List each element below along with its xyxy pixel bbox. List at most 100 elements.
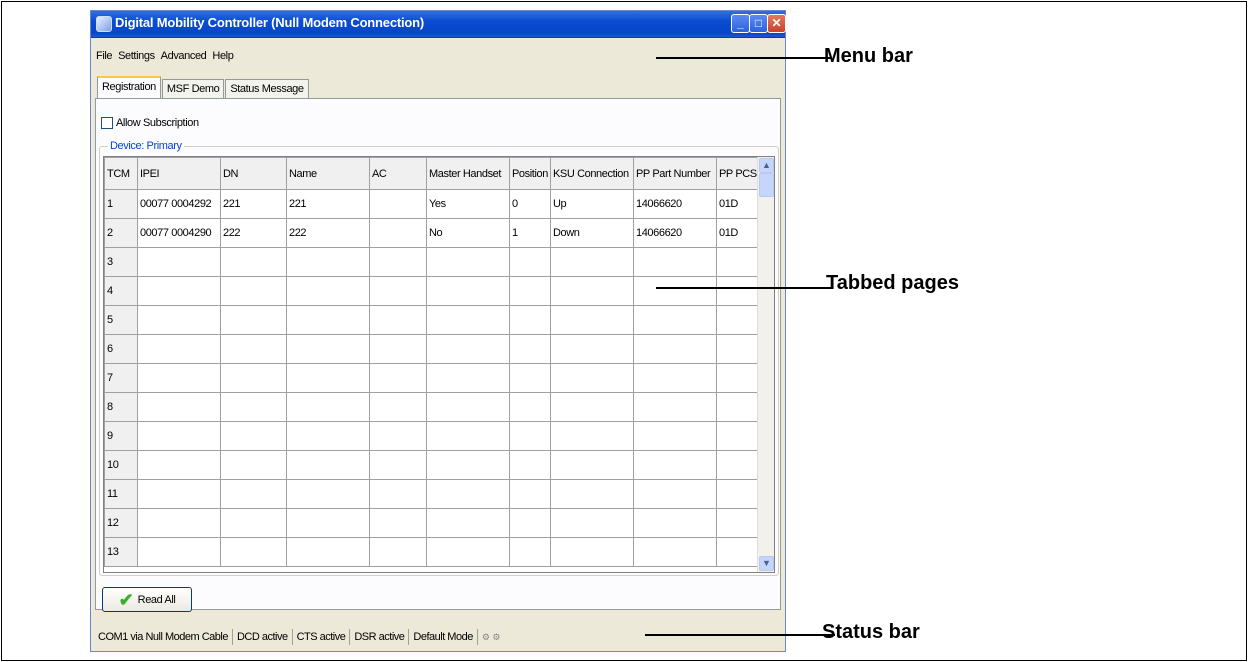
table-cell[interactable]: 221 (220, 189, 287, 219)
table-cell[interactable] (550, 421, 634, 451)
table-cell[interactable] (633, 363, 717, 393)
row-header-cell[interactable]: 2 (104, 218, 138, 248)
table-cell[interactable] (426, 247, 510, 277)
table-cell[interactable] (426, 276, 510, 306)
table-row[interactable]: 10 (104, 450, 761, 480)
table-cell[interactable] (426, 334, 510, 364)
table-cell[interactable] (137, 334, 221, 364)
table-row[interactable]: 12 (104, 508, 761, 538)
row-header-cell[interactable]: 7 (104, 363, 138, 393)
row-header-cell[interactable]: 9 (104, 421, 138, 451)
table-row[interactable]: 2 00077 0004290 222 222 No 1 Down 14066620 01D (104, 218, 761, 248)
row-header-cell[interactable]: 4 (104, 276, 138, 306)
table-cell[interactable] (426, 508, 510, 538)
menu-settings[interactable]: Settings (118, 50, 155, 68)
table-cell[interactable] (426, 479, 510, 509)
table-cell[interactable] (716, 450, 761, 480)
table-cell[interactable] (509, 421, 551, 451)
column-header[interactable]: Name (286, 157, 370, 190)
table-cell[interactable] (369, 421, 427, 451)
table-cell[interactable] (369, 334, 427, 364)
table-cell[interactable] (286, 276, 370, 306)
table-cell[interactable]: Down (550, 218, 634, 248)
row-header-cell[interactable]: 5 (104, 305, 138, 335)
table-cell[interactable] (633, 479, 717, 509)
table-cell[interactable]: 14066620 (633, 189, 717, 219)
table-cell[interactable] (716, 305, 761, 335)
table-cell[interactable] (137, 363, 221, 393)
table-cell[interactable] (220, 450, 287, 480)
menu-help[interactable]: Help (212, 50, 233, 68)
table-cell[interactable]: 222 (286, 218, 370, 248)
table-cell[interactable] (369, 276, 427, 306)
table-cell[interactable]: Yes (426, 189, 510, 219)
table-cell[interactable] (369, 363, 427, 393)
table-cell[interactable] (369, 537, 427, 567)
table-cell[interactable] (220, 247, 287, 277)
table-cell[interactable]: 00077 0004292 (137, 189, 221, 219)
table-cell[interactable] (369, 218, 427, 248)
column-header[interactable]: PP PCS (716, 157, 761, 190)
table-cell[interactable] (550, 537, 634, 567)
table-cell[interactable] (509, 276, 551, 306)
allow-subscription-checkbox[interactable]: Allow Subscription (101, 117, 199, 129)
table-row[interactable]: 7 (104, 363, 761, 393)
table-cell[interactable] (369, 508, 427, 538)
table-cell[interactable] (716, 334, 761, 364)
table-cell[interactable] (137, 392, 221, 422)
table-cell[interactable] (369, 479, 427, 509)
close-button[interactable]: ✕ (767, 14, 786, 33)
table-cell[interactable] (550, 305, 634, 335)
table-cell[interactable] (286, 247, 370, 277)
table-cell[interactable] (716, 247, 761, 277)
table-cell[interactable] (220, 276, 287, 306)
table-cell[interactable] (286, 305, 370, 335)
table-cell[interactable] (633, 305, 717, 335)
row-header-cell[interactable]: 10 (104, 450, 138, 480)
title-bar[interactable]: Digital Mobility Controller (Null Modem … (91, 11, 786, 38)
checkbox-box[interactable] (101, 117, 113, 129)
table-cell[interactable] (509, 537, 551, 567)
table-cell[interactable] (137, 421, 221, 451)
table-cell[interactable] (286, 508, 370, 538)
table-cell[interactable] (220, 421, 287, 451)
table-cell[interactable] (286, 421, 370, 451)
table-row[interactable]: 6 (104, 334, 761, 364)
table-cell[interactable]: Up (550, 189, 634, 219)
table-cell[interactable] (633, 392, 717, 422)
table-cell[interactable] (369, 450, 427, 480)
table-cell[interactable] (509, 247, 551, 277)
table-cell[interactable] (633, 450, 717, 480)
table-cell[interactable] (369, 305, 427, 335)
table-cell[interactable] (369, 392, 427, 422)
column-header[interactable]: PP Part Number (633, 157, 717, 190)
table-row[interactable]: 3 (104, 247, 761, 277)
table-cell[interactable] (137, 450, 221, 480)
table-cell[interactable] (716, 537, 761, 567)
table-cell[interactable]: 0 (509, 189, 551, 219)
row-header-cell[interactable]: 11 (104, 479, 138, 509)
table-cell[interactable] (633, 247, 717, 277)
minimize-button[interactable]: _ (731, 14, 750, 33)
table-cell[interactable] (716, 421, 761, 451)
table-row[interactable]: 8 (104, 392, 761, 422)
table-cell[interactable] (509, 392, 551, 422)
table-cell[interactable] (286, 334, 370, 364)
row-header-cell[interactable]: 1 (104, 189, 138, 219)
table-cell[interactable] (220, 537, 287, 567)
row-header-cell[interactable]: 6 (104, 334, 138, 364)
table-cell[interactable] (633, 421, 717, 451)
table-cell[interactable] (137, 276, 221, 306)
table-cell[interactable] (137, 537, 221, 567)
table-cell[interactable] (633, 334, 717, 364)
table-cell[interactable] (286, 392, 370, 422)
column-header[interactable]: Position (509, 157, 551, 190)
table-row[interactable]: 9 (104, 421, 761, 451)
table-cell[interactable] (286, 363, 370, 393)
table-cell[interactable] (220, 305, 287, 335)
table-cell[interactable]: 222 (220, 218, 287, 248)
table-cell[interactable] (426, 537, 510, 567)
table-cell[interactable] (716, 392, 761, 422)
row-header-cell[interactable]: 8 (104, 392, 138, 422)
table-cell[interactable] (509, 334, 551, 364)
